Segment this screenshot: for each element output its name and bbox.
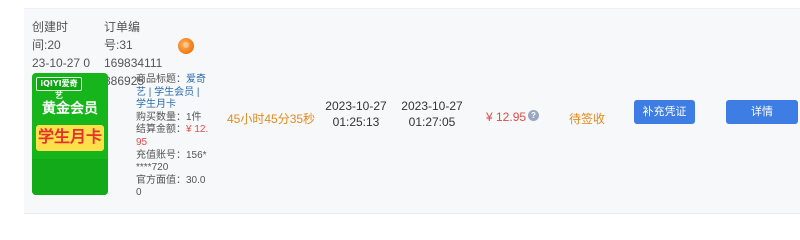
product-image[interactable]: iQIYI爱奇艺 黄金会员 学生月卡 (32, 73, 108, 195)
product-image-lower (32, 159, 108, 195)
product-title-label: 商品标题： (136, 74, 186, 85)
iqiyi-logo: iQIYI爱奇艺 (36, 77, 82, 100)
orange-circle-icon (178, 38, 194, 54)
order-row: 创建时间:20 23-10-27 0 1:25:13 订单编号:31 16983… (24, 8, 800, 214)
product-title-line: 商品标题：爱奇艺 | 学生会员 | 学生月卡 (136, 74, 210, 112)
pay-time-cell: 2023-10-27 01:27:05 (397, 98, 467, 130)
status-badge: 待签收 (569, 112, 606, 126)
create-time-cell: 2023-10-27 01:25:13 (321, 98, 391, 130)
create-clock: 01:25:13 (332, 115, 380, 129)
product-info: 商品标题：爱奇艺 | 学生会员 | 学生月卡 购买数量：1件 结算金额：¥ 12… (136, 74, 210, 200)
product-image-subtitle: 学生月卡 (36, 125, 104, 151)
detail-button[interactable]: 详情 (726, 100, 798, 124)
product-quantity: 购买数量：1件 (136, 111, 202, 123)
create-date: 2023-10-27 (325, 99, 387, 113)
pay-clock: 01:27:05 (408, 115, 456, 129)
official-face-value: 官方面值：30.00 (136, 174, 206, 199)
remaining-time: 45小时45分35秒 (227, 112, 316, 126)
supplement-proof-button[interactable]: 补充凭证 (634, 100, 695, 124)
settlement-amount-line: 结算金额：¥ 12.95 (136, 124, 210, 149)
pay-date: 2023-10-27 (401, 99, 463, 113)
recharge-account: 充值账号：156*****720 (136, 149, 207, 174)
settlement-amount-label: 结算金额： (136, 124, 186, 136)
product-image-title: 黄金会员 (42, 100, 98, 116)
order-price: ¥ 12.95 (486, 110, 527, 124)
question-circle-icon[interactable]: ? (528, 110, 539, 121)
